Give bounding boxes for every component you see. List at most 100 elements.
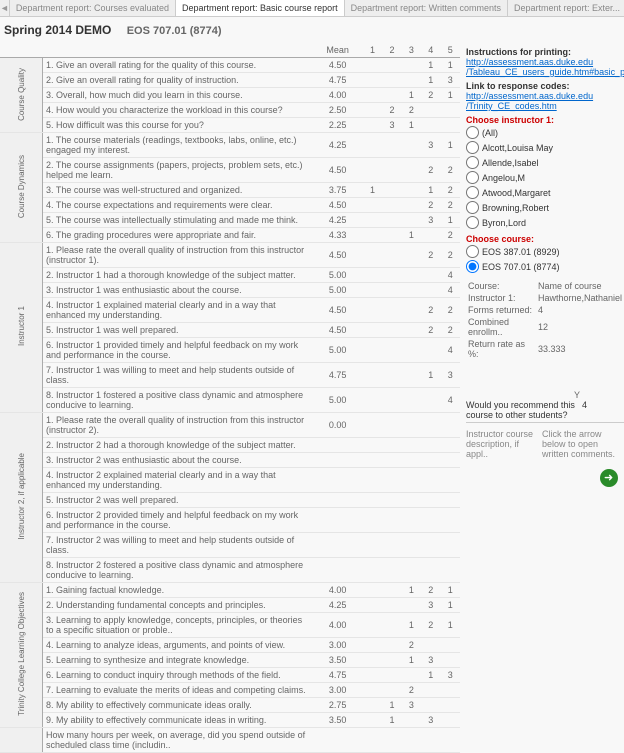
count-value [402,243,421,268]
count-value [382,213,401,228]
instructor-radio[interactable] [466,201,479,214]
table-row: 6. Instructor 2 provided timely and help… [0,508,460,533]
count-value [382,613,401,638]
count-value [421,413,440,438]
response-link-1[interactable]: http://assessment.aas.duke.edu [466,91,593,101]
mean-value: 3.00 [313,638,363,653]
response-link-2[interactable]: /Trinity_CE_codes.htm [466,101,557,111]
count-value [402,183,421,198]
question-text: 5. Instructor 2 was well prepared. [43,493,313,508]
count-value [382,268,401,283]
tab-basic-course-report[interactable]: Department report: Basic course report [176,0,345,16]
instructor-radio[interactable] [466,186,479,199]
count-value [421,468,440,493]
question-text: 7. Instructor 2 was willing to meet and … [43,533,313,558]
mean-value [313,533,363,558]
count-value [402,73,421,88]
instructor-option[interactable]: Atwood,Margaret [466,185,624,200]
instructor-option[interactable]: Allende,Isabel [466,155,624,170]
mean-value: 5.00 [313,268,363,283]
col-3: 3 [402,43,421,58]
side-panel: Instructions for printing: http://assess… [460,43,624,753]
count-value [421,453,440,468]
table-row: 2. Instructor 2 had a thorough knowledge… [0,438,460,453]
choose-course-heading: Choose course: [466,234,624,244]
count-value: 3 [421,598,440,613]
count-value [382,283,401,298]
mean-value: 5.00 [313,338,363,363]
mean-value: 4.00 [313,613,363,638]
mean-value: 4.50 [313,58,363,73]
count-value [363,468,382,493]
instructor-option[interactable]: Byron,Lord [466,215,624,230]
mean-value: 0.00 [313,413,363,438]
recommend-question: Would you recommend this course to other… [466,400,576,420]
table-row: 3. The course was well-structured and or… [0,183,460,198]
mean-value [313,508,363,533]
count-value [382,468,401,493]
count-value: 1 [382,698,401,713]
count-value [441,118,461,133]
course-radio[interactable] [466,260,479,273]
mean-value: 4.50 [313,158,363,183]
instructor-radio[interactable] [466,171,479,184]
printing-link-1[interactable]: http://assessment.aas.duke.edu [466,57,593,67]
count-value [382,198,401,213]
course-option[interactable]: EOS 387.01 (8929) [466,244,624,259]
question-text: 6. Instructor 2 provided timely and help… [43,508,313,533]
instructor-option[interactable]: Browning,Robert [466,200,624,215]
instructor-option[interactable]: (All) [466,125,624,140]
count-value [363,438,382,453]
mean-value: 4.25 [313,598,363,613]
count-value [363,73,382,88]
tab-courses-evaluated[interactable]: Department report: Courses evaluated [10,0,176,16]
course-option[interactable]: EOS 707.01 (8774) [466,259,624,274]
instructor-radio[interactable] [466,156,479,169]
response-codes-heading: Link to response codes: [466,81,624,91]
mean-value: 4.50 [313,323,363,338]
table-row: 2. Instructor 1 had a thorough knowledge… [0,268,460,283]
count-value [402,493,421,508]
count-value: 1 [402,228,421,243]
count-value [382,323,401,338]
section-label: Instructor 2, if applicable [0,413,43,583]
table-row: 8. Instructor 2 fostered a positive clas… [0,558,460,583]
col-mean: Mean [313,43,363,58]
count-value [402,133,421,158]
count-value [402,363,421,388]
instructor-option-label: Angelou,M [482,173,525,183]
count-value [382,653,401,668]
tab-external[interactable]: Department report: Exter... [508,0,624,16]
count-value [421,338,440,363]
count-value [363,213,382,228]
count-value [382,183,401,198]
prev-tab-icon[interactable]: ◄ [0,0,10,16]
section-label: Course Dynamics [0,133,43,243]
question-text: 6. Instructor 1 provided timely and help… [43,338,313,363]
count-value [402,453,421,468]
count-value [402,198,421,213]
count-value [363,558,382,583]
instructor-radio[interactable] [466,216,479,229]
instructor-option-label: Allende,Isabel [482,158,539,168]
instructor-option[interactable]: Angelou,M [466,170,624,185]
mean-value: 3.00 [313,683,363,698]
count-value [402,413,421,438]
count-value [363,283,382,298]
course-radio[interactable] [466,245,479,258]
instructor-radio[interactable] [466,141,479,154]
meta-enroll-label: Combined enrollm.. [466,316,536,338]
table-row: 3. Overall, how much did you learn in th… [0,88,460,103]
instructor-option[interactable]: Alcott,Louisa May [466,140,624,155]
meta-forms-value: 4 [536,304,624,316]
instructor-radio[interactable] [466,126,479,139]
count-value [382,493,401,508]
open-comments-arrow-icon[interactable]: ➜ [600,469,618,487]
printing-link-2[interactable]: /Tableau_CE_users_guide.htm#basic_print [466,67,624,77]
count-value [382,413,401,438]
tab-written-comments[interactable]: Department report: Written comments [345,0,508,16]
count-value [382,438,401,453]
count-value [421,103,440,118]
count-value [421,493,440,508]
count-value [441,493,461,508]
